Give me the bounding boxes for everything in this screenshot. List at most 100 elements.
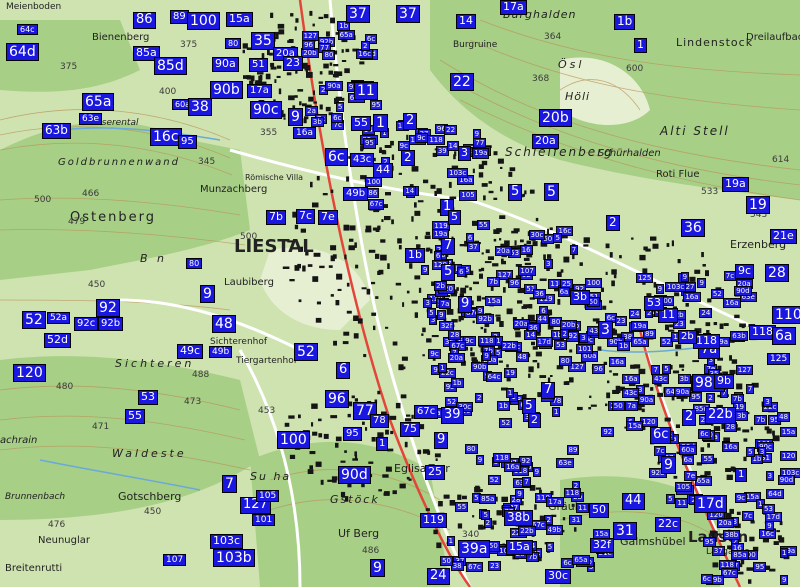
- map-view[interactable]: LIESTAL Lausen Ostenberg Sichteren Waldeste G…: [0, 0, 800, 587]
- parcel-label[interactable]: 3b: [570, 290, 590, 305]
- parcel-label[interactable]: 48: [515, 351, 529, 362]
- parcel-label[interactable]: 32f: [590, 538, 614, 553]
- parcel-label[interactable]: 9c: [734, 492, 748, 503]
- parcel-label[interactable]: 53: [761, 504, 775, 515]
- parcel-label[interactable]: 43c: [652, 374, 669, 385]
- parcel-label[interactable]: 92: [96, 299, 120, 318]
- parcel-label[interactable]: 86: [366, 187, 380, 198]
- parcel-label[interactable]: 5: [746, 447, 755, 458]
- parcel-label[interactable]: 55: [125, 409, 145, 424]
- parcel-label[interactable]: 20b: [539, 109, 572, 128]
- parcel-label[interactable]: 3: [544, 259, 553, 270]
- parcel-label[interactable]: 6: [336, 362, 351, 379]
- parcel-label[interactable]: 23: [614, 316, 628, 327]
- parcel-label[interactable]: 107: [163, 554, 187, 567]
- parcel-label[interactable]: 92: [601, 427, 615, 438]
- parcel-label[interactable]: 55: [455, 502, 469, 513]
- parcel-label[interactable]: 6c: [650, 427, 672, 444]
- parcel-label[interactable]: 9: [200, 285, 215, 304]
- parcel-label[interactable]: 7: [222, 475, 237, 494]
- parcel-label[interactable]: 31: [613, 522, 637, 541]
- parcel-label[interactable]: 39a: [458, 540, 491, 559]
- parcel-label[interactable]: 23: [283, 56, 303, 71]
- parcel-label[interactable]: 20a: [716, 517, 734, 528]
- parcel-label[interactable]: 2: [706, 392, 715, 403]
- parcel-label[interactable]: 2: [528, 413, 541, 428]
- parcel-label[interactable]: 19a: [472, 148, 490, 159]
- parcel-label[interactable]: 100: [277, 431, 310, 450]
- parcel-label[interactable]: 120: [13, 364, 46, 383]
- parcel-label[interactable]: 22c: [655, 517, 682, 532]
- parcel-label[interactable]: 19a: [631, 320, 649, 331]
- parcel-label[interactable]: 7b: [730, 394, 744, 405]
- parcel-label[interactable]: 3: [423, 298, 432, 309]
- parcel-label[interactable]: 90a: [212, 57, 239, 72]
- parcel-label[interactable]: 1b: [614, 14, 636, 30]
- parcel-label[interactable]: 22: [444, 125, 458, 136]
- parcel-label[interactable]: 17d: [535, 337, 553, 348]
- parcel-label[interactable]: 16a: [683, 292, 701, 303]
- parcel-label[interactable]: 127: [735, 365, 754, 376]
- parcel-label[interactable]: 37: [396, 5, 420, 24]
- parcel-label[interactable]: 50: [611, 401, 625, 412]
- parcel-label[interactable]: 36: [681, 219, 705, 238]
- parcel-label[interactable]: 43c: [622, 388, 640, 399]
- parcel-label[interactable]: 52: [22, 311, 46, 330]
- parcel-label[interactable]: 52: [294, 343, 318, 362]
- parcel-label[interactable]: 3b: [735, 410, 748, 421]
- parcel-label[interactable]: 64c: [485, 371, 503, 382]
- parcel-label[interactable]: 6c: [700, 573, 713, 584]
- parcel-label[interactable]: 22b: [705, 407, 736, 424]
- parcel-label[interactable]: 95: [753, 561, 767, 572]
- parcel-label[interactable]: 3b: [310, 116, 324, 127]
- parcel-label[interactable]: 22b: [500, 340, 518, 351]
- parcel-label[interactable]: 44: [622, 493, 645, 510]
- parcel-label[interactable]: 85a: [731, 550, 749, 561]
- parcel-label[interactable]: 64d: [766, 489, 784, 500]
- parcel-label[interactable]: 65a: [572, 555, 590, 566]
- parcel-label[interactable]: 1: [735, 468, 748, 482]
- parcel-label[interactable]: 1b: [496, 400, 510, 411]
- parcel-label[interactable]: 22: [450, 73, 474, 92]
- parcel-label[interactable]: 7e: [318, 210, 338, 225]
- parcel-label[interactable]: 43c: [350, 153, 375, 167]
- parcel-label[interactable]: 90a: [325, 81, 343, 92]
- parcel-label[interactable]: 16a: [723, 297, 741, 308]
- parcel-label[interactable]: 31: [569, 515, 583, 526]
- parcel-label[interactable]: 6a: [772, 327, 796, 346]
- parcel-label[interactable]: 80: [464, 443, 478, 455]
- parcel-label[interactable]: 51: [249, 58, 268, 72]
- parcel-label[interactable]: 17a: [247, 84, 272, 98]
- parcel-label[interactable]: 120: [780, 451, 798, 462]
- parcel-label[interactable]: 2: [401, 150, 415, 166]
- parcel-label[interactable]: 65a: [82, 93, 115, 112]
- parcel-label[interactable]: 9: [765, 520, 774, 531]
- parcel-label[interactable]: 103c: [447, 167, 469, 178]
- parcel-label[interactable]: 16: [519, 245, 533, 256]
- parcel-label[interactable]: 95: [689, 392, 703, 403]
- parcel-label[interactable]: 11: [675, 497, 689, 508]
- parcel-label[interactable]: 49b: [343, 187, 369, 201]
- parcel-label[interactable]: 7a: [438, 298, 452, 309]
- parcel-label[interactable]: 1: [551, 407, 561, 418]
- parcel-label[interactable]: 60a: [679, 445, 697, 456]
- parcel-label[interactable]: 6c: [331, 112, 344, 123]
- parcel-label[interactable]: 7: [541, 382, 556, 399]
- parcel-label[interactable]: 7e: [684, 470, 698, 481]
- parcel-label[interactable]: 55: [476, 220, 490, 231]
- parcel-label[interactable]: 2: [682, 409, 697, 426]
- parcel-label[interactable]: 125: [635, 272, 654, 283]
- parcel-label[interactable]: 32f: [438, 320, 455, 331]
- parcel-label[interactable]: 44: [373, 163, 393, 178]
- parcel-label[interactable]: 90b: [210, 81, 243, 100]
- parcel-label[interactable]: 119: [420, 513, 447, 528]
- parcel-label[interactable]: 9: [482, 350, 491, 361]
- parcel-label[interactable]: 6c: [698, 429, 711, 440]
- parcel-label[interactable]: 63e: [79, 113, 102, 126]
- parcel-label[interactable]: 96: [325, 390, 349, 409]
- parcel-label[interactable]: 92c: [74, 317, 99, 331]
- parcel-label[interactable]: 3: [763, 397, 772, 408]
- parcel-label[interactable]: 17a: [500, 0, 527, 15]
- parcel-label[interactable]: 49b: [545, 524, 563, 535]
- parcel-label[interactable]: 7: [441, 238, 456, 255]
